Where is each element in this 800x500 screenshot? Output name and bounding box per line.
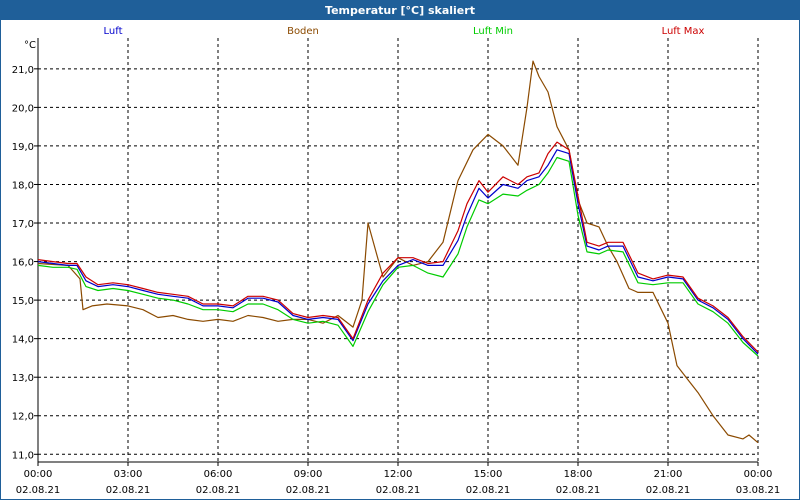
axes bbox=[34, 38, 759, 466]
y-tick-label: 17,0 bbox=[12, 219, 34, 230]
x-tick-time-label: 21:00 bbox=[654, 469, 683, 480]
x-tick-time-label: 00:00 bbox=[24, 469, 53, 480]
legend-boden: Boden bbox=[287, 26, 319, 37]
legend-luft-min: Luft Min bbox=[473, 26, 513, 37]
x-tick-date-label: 03.08.21 bbox=[736, 485, 781, 496]
grid-lines bbox=[37, 38, 759, 462]
x-tick-date-label: 02.08.21 bbox=[556, 485, 601, 496]
x-tick-time-label: 09:00 bbox=[294, 469, 323, 480]
x-tick-date-label: 02.08.21 bbox=[646, 485, 691, 496]
y-tick-labels: 21,0 20,0 19,0 18,0 17,0 16,0 15,0 14,0 13,0 12,0… bbox=[12, 65, 34, 461]
y-tick-label: 20,0 bbox=[12, 103, 34, 114]
x-tick-date-label: 02.08.21 bbox=[106, 485, 151, 496]
legend: Luft Boden Luft Min Luft Max bbox=[104, 26, 705, 37]
y-tick-label: 19,0 bbox=[12, 142, 34, 153]
temperature-chart: 21,0 20,0 19,0 18,0 17,0 16,0 15,0 14,0 13,0 12,0… bbox=[12, 26, 781, 496]
y-tick-label: 12,0 bbox=[12, 412, 34, 423]
y-tick-label: 11,0 bbox=[12, 450, 34, 461]
y-axis-unit: °C bbox=[24, 40, 36, 51]
x-tick-time-label: 00:00 bbox=[744, 469, 773, 480]
x-tick-time-label: 06:00 bbox=[204, 469, 233, 480]
y-tick-label: 15,0 bbox=[12, 296, 34, 307]
x-tick-date-label: 02.08.21 bbox=[196, 485, 241, 496]
x-tick-time-label: 12:00 bbox=[384, 469, 413, 480]
y-tick-label: 18,0 bbox=[12, 180, 34, 191]
x-tick-time-label: 15:00 bbox=[474, 469, 503, 480]
series-line-luft bbox=[37, 149, 759, 355]
x-tick-time-label: 18:00 bbox=[564, 469, 593, 480]
legend-luft: Luft bbox=[104, 26, 123, 37]
x-tick-date-label: 02.08.21 bbox=[376, 485, 421, 496]
legend-luft-max: Luft Max bbox=[662, 26, 705, 37]
y-tick-label: 16,0 bbox=[12, 258, 34, 269]
x-tick-date-label: 02.08.21 bbox=[466, 485, 511, 496]
x-tick-time-label: 03:00 bbox=[114, 469, 143, 480]
x-tick-date-label: 02.08.21 bbox=[286, 485, 331, 496]
x-tick-date-label: 02.08.21 bbox=[16, 485, 61, 496]
x-tick-labels: 00:00 02.08.21 03:00 02.08.21 06:00 02.08.21 0… bbox=[16, 469, 781, 496]
y-tick-label: 21,0 bbox=[12, 65, 34, 76]
y-tick-label: 14,0 bbox=[12, 335, 34, 346]
y-tick-label: 13,0 bbox=[12, 373, 34, 384]
